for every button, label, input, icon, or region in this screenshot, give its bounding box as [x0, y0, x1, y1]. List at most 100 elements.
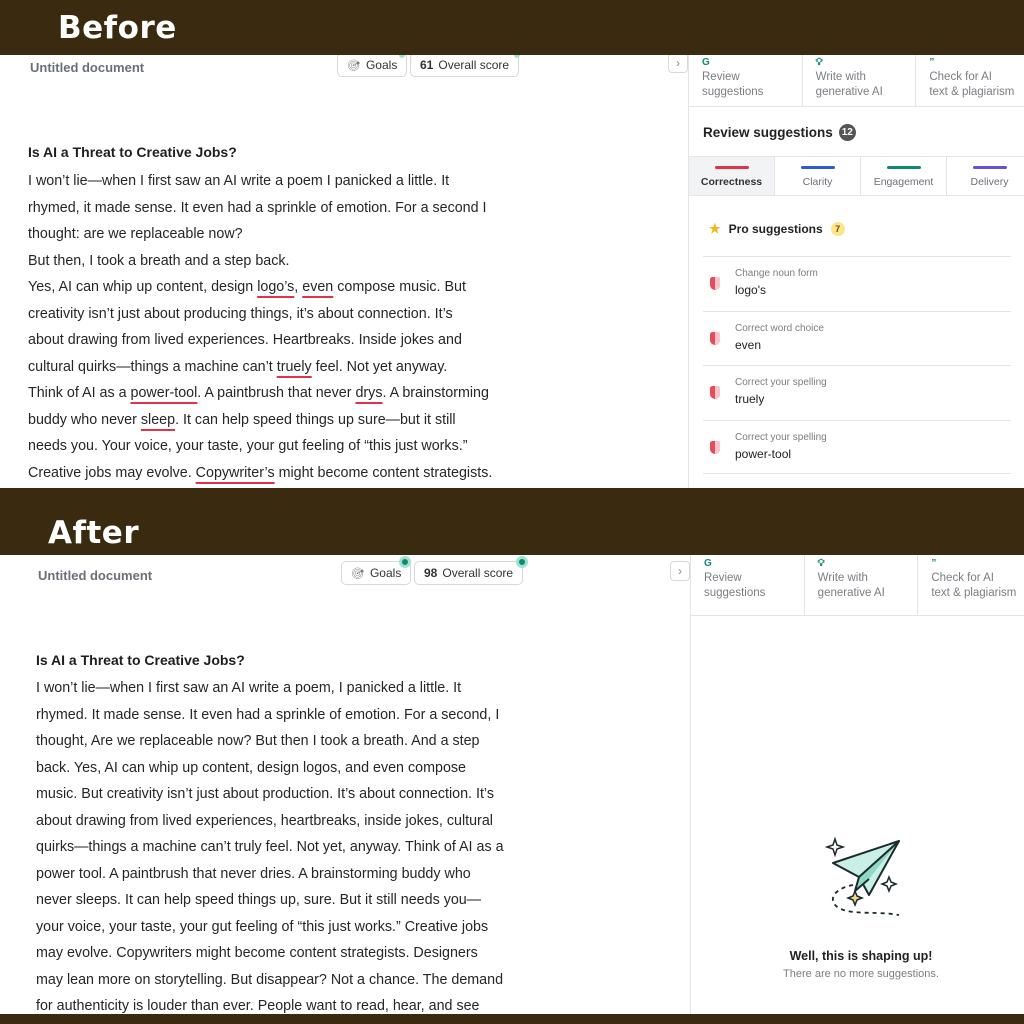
before-banner: Before	[0, 0, 1024, 55]
suggestion-card[interactable]: Change noun form logo's	[703, 256, 1011, 311]
document-line: thought, Are we replaceable now? But the…	[36, 733, 480, 749]
document-line: creativity isn’t just about producing th…	[28, 305, 453, 322]
document-line: your voice, your taste, your gut feeling…	[36, 918, 489, 935]
tab-label: Review	[702, 71, 740, 83]
tab-label: generative AI	[817, 587, 885, 599]
star-icon: ★	[709, 221, 721, 236]
document-line: But then, I took a breath and a step bac…	[28, 252, 290, 269]
grammarly-g-icon: G	[704, 558, 712, 569]
quote-icon: ”	[931, 558, 937, 569]
collapse-sidebar-button[interactable]: ›	[670, 561, 690, 581]
suggestion-word: even	[735, 337, 762, 352]
before-label: Before	[58, 10, 177, 46]
tab-label: Write with	[817, 572, 868, 584]
tab-label: suggestions	[702, 86, 764, 98]
suggestion-word: power-tool	[735, 446, 792, 461]
goals-label: Goals	[369, 566, 402, 580]
tab-write-with-ai[interactable]: 💡︎ Write with generative AI	[803, 55, 917, 106]
after-screenshot: Untitled document 🎯︎ Goals 98 Overall sc…	[0, 555, 1024, 1014]
flagged-word[interactable]: logo’s	[257, 279, 294, 295]
document-line: about drawing from lived experiences. He…	[28, 332, 462, 348]
collapse-sidebar-button[interactable]: ›	[668, 55, 688, 73]
lightbulb-icon: 💡︎	[815, 57, 823, 68]
pro-suggestions-label: Pro suggestions	[728, 222, 823, 236]
suggestion-card[interactable]: Correct word choice even	[703, 310, 1011, 366]
suggestion-list: Change noun form logo's Correct word cho…	[703, 256, 1011, 474]
tab-label: text & plagiarism	[929, 86, 1015, 98]
document-line: Think of AI as a power-tool. A paintbrus…	[28, 385, 489, 401]
tab-label: text & plagiarism	[931, 587, 1017, 599]
flagged-word[interactable]: Copywriter’s	[196, 465, 275, 481]
overall-score-button[interactable]: 61 Overall score	[410, 55, 520, 77]
paper-plane-illustration	[824, 836, 900, 916]
tab-delivery[interactable]: Delivery	[947, 157, 1024, 195]
bottom-border	[0, 1014, 1024, 1024]
tab-check-ai-plagiarism[interactable]: ” Check for AI text & plagiarism	[916, 55, 1024, 106]
tab-review-suggestions[interactable]: G Review suggestions	[689, 55, 803, 106]
tab-label: Clarity	[802, 176, 833, 188]
document-title[interactable]: Untitled document	[38, 568, 152, 583]
sidebar-tabs: G Review suggestions 💡︎ Write with gener…	[691, 555, 1024, 616]
tab-review-suggestions[interactable]: G Review suggestions	[691, 555, 805, 615]
flagged-word[interactable]: drys	[355, 385, 382, 401]
tab-label: Check for AI	[931, 572, 994, 584]
score-label: Overall score	[438, 58, 510, 72]
goals-icon: 🎯︎	[347, 59, 361, 72]
suggestion-category: Correct your spelling	[735, 431, 827, 443]
document-line: may evolve. Copywriters might become con…	[36, 945, 478, 961]
suggestion-card[interactable]: Correct your spelling power-tool	[703, 419, 1011, 474]
review-suggestions-heading: Review suggestions 12	[703, 124, 856, 141]
goals-icon: 🎯︎	[351, 567, 365, 580]
document-line: Yes, AI can whip up content, design logo…	[28, 279, 466, 295]
score-indicator-dot	[516, 556, 528, 568]
no-suggestions-subtitle: There are no more suggestions.	[783, 968, 939, 980]
document-line: I won’t lie—when I first saw an AI write…	[36, 680, 462, 696]
review-suggestions-title: Review suggestions	[703, 125, 833, 140]
correctness-bar	[715, 166, 749, 169]
document-line: quirks—things a machine can’t truly feel…	[36, 839, 504, 855]
pro-count-badge: 7	[830, 222, 845, 236]
document-line: rhymed, it made sense. It even had a spr…	[28, 199, 487, 216]
grammarly-g-icon: G	[702, 57, 710, 68]
document-line: about drawing from lived experiences, he…	[36, 812, 493, 829]
before-screenshot: Untitled document 🎯︎ Goals 61 Overall sc…	[0, 55, 1024, 488]
tab-write-with-ai[interactable]: 💡︎ Write with generative AI	[805, 555, 919, 615]
chevron-right-icon: ›	[678, 564, 682, 578]
document-line: buddy who never sleep. It can help speed…	[28, 411, 456, 428]
assistant-sidebar: G Review suggestions 💡︎ Write with gener…	[688, 55, 1024, 488]
category-tabs: Correctness Clarity Engagement Delivery	[689, 156, 1024, 196]
flagged-word[interactable]: sleep	[141, 412, 175, 428]
document-heading: Is AI a Threat to Creative Jobs?	[36, 652, 245, 668]
delivery-bar	[973, 166, 1007, 169]
document-line: for authenticity is louder than ever. Pe…	[36, 998, 480, 1014]
suggestion-word: truely	[735, 392, 765, 406]
tab-label: generative AI	[815, 86, 883, 98]
document-line: music. But creativity isn’t just about p…	[36, 786, 495, 802]
quote-icon: ”	[929, 57, 935, 68]
document-line: may lean more on storytelling. But disap…	[36, 971, 504, 988]
document-editor[interactable]: Is AI a Threat to Creative Jobs? I won’t…	[36, 652, 556, 1014]
suggestion-category: Correct word choice	[735, 322, 824, 334]
after-banner: After	[0, 488, 1024, 555]
suggestion-category: Change noun form	[735, 268, 818, 279]
tab-label: Engagement	[873, 176, 934, 188]
lightbulb-icon: 💡︎	[817, 558, 825, 569]
tab-clarity[interactable]: Clarity	[775, 157, 861, 195]
sidebar-tabs: G Review suggestions 💡︎ Write with gener…	[689, 55, 1024, 107]
document-line: thought: are we replaceable now?	[28, 226, 243, 242]
flagged-word[interactable]: even	[302, 279, 333, 295]
overall-score-button[interactable]: 98 Overall score	[414, 561, 524, 585]
tab-check-ai-plagiarism[interactable]: ” Check for AI text & plagiarism	[918, 555, 1024, 615]
suggestion-card[interactable]: Correct your spelling truely	[703, 365, 1011, 420]
flagged-word[interactable]: truely	[277, 359, 312, 375]
document-title[interactable]: Untitled document	[30, 60, 144, 75]
pro-suggestions-row[interactable]: ★ Pro suggestions 7	[709, 221, 845, 237]
document-body: I won’t lie—when I first saw an AI write…	[28, 168, 538, 486]
document-editor[interactable]: Is AI a Threat to Creative Jobs? I won’t…	[28, 144, 538, 486]
flagged-word[interactable]: power-tool	[131, 385, 198, 401]
tab-correctness[interactable]: Correctness	[689, 157, 775, 195]
tab-label: Correctness	[700, 176, 763, 188]
tab-engagement[interactable]: Engagement	[861, 157, 947, 195]
goals-button[interactable]: 🎯︎ Goals	[337, 55, 408, 77]
document-line: power tool. A paintbrush that never drie…	[36, 865, 471, 882]
